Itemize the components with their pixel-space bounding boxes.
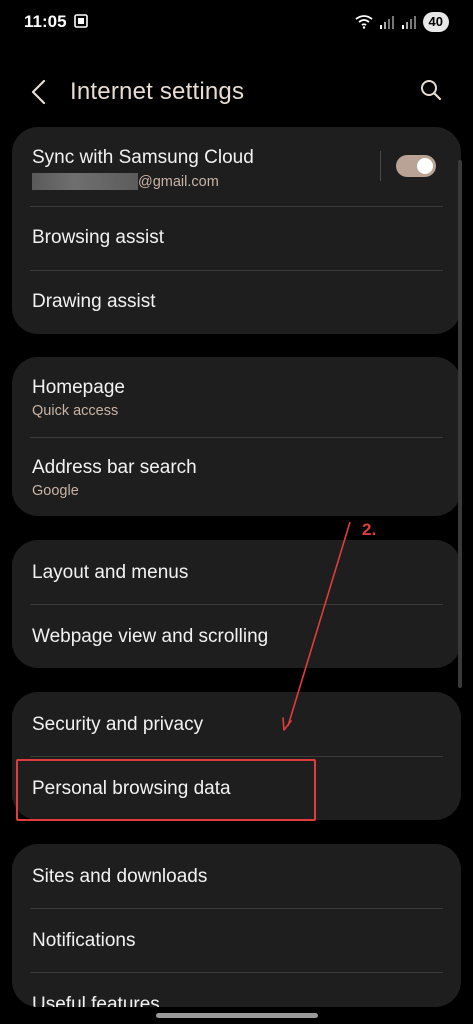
signal-icon (379, 16, 394, 29)
sites-downloads-row[interactable]: Sites and downloads (12, 844, 461, 908)
row-title: Sites and downloads (32, 866, 208, 887)
webpage-view-scrolling-row[interactable]: Webpage view and scrolling (12, 604, 461, 668)
security-privacy-row[interactable]: Security and privacy (12, 692, 461, 756)
personal-browsing-data-row[interactable]: Personal browsing data (12, 756, 461, 820)
row-title: Personal browsing data (32, 778, 231, 799)
status-time: 11:05 (24, 12, 67, 31)
settings-card-privacy: Security and privacy Personal browsing d… (12, 692, 461, 820)
row-title: Webpage view and scrolling (32, 626, 269, 647)
row-subtitle: Quick access (32, 403, 119, 419)
settings-card-home: Homepage Quick access Address bar search… (12, 357, 461, 516)
redacted-email (32, 173, 138, 190)
settings-card-sites: Sites and downloads Notifications Useful… (12, 844, 461, 1007)
annotation-step-label: 2. (362, 520, 377, 539)
email-domain: @gmail.com (138, 173, 219, 190)
sync-samsung-cloud-row[interactable]: Sync with Samsung Cloud @gmail.com (12, 127, 461, 207)
toggle-divider (380, 151, 381, 181)
status-icons: 40 (354, 12, 449, 32)
row-title: Security and privacy (32, 714, 204, 735)
settings-card-sync: Sync with Samsung Cloud @gmail.com Brows… (12, 127, 461, 334)
notifications-row[interactable]: Notifications (12, 908, 461, 972)
drawing-assist-row[interactable]: Drawing assist (12, 271, 461, 334)
battery-badge: 40 (422, 12, 449, 32)
screen-record-icon (74, 14, 88, 28)
wifi-icon (354, 15, 373, 29)
row-title: Layout and menus (32, 562, 189, 583)
row-title: Sync with Samsung Cloud (32, 147, 254, 168)
row-title: Drawing assist (32, 291, 156, 312)
useful-features-row[interactable]: Useful features (12, 972, 461, 1007)
signal-icon (401, 16, 416, 29)
homepage-row[interactable]: Homepage Quick access (12, 357, 461, 437)
layout-menus-row[interactable]: Layout and menus (12, 540, 461, 604)
search-icon[interactable] (419, 78, 443, 102)
browsing-assist-row[interactable]: Browsing assist (12, 207, 461, 271)
address-bar-search-row[interactable]: Address bar search Google (12, 437, 461, 516)
account-email: @gmail.com (32, 173, 219, 190)
row-title: Notifications (32, 930, 136, 951)
chevron-left-icon[interactable] (28, 78, 52, 106)
row-title: Address bar search (32, 457, 197, 478)
row-subtitle: Google (32, 483, 79, 499)
sync-toggle[interactable] (396, 155, 436, 177)
toggle-knob (417, 158, 433, 174)
home-indicator (156, 1013, 318, 1018)
row-title: Useful features (32, 994, 160, 1007)
scrollbar[interactable] (458, 160, 462, 688)
app-header: Internet settings (0, 60, 473, 124)
status-bar: 11:05 40 (0, 0, 473, 44)
row-title: Browsing assist (32, 227, 164, 248)
settings-card-layout: Layout and menus Webpage view and scroll… (12, 540, 461, 668)
page-title: Internet settings (70, 78, 245, 105)
row-title: Homepage (32, 377, 125, 398)
